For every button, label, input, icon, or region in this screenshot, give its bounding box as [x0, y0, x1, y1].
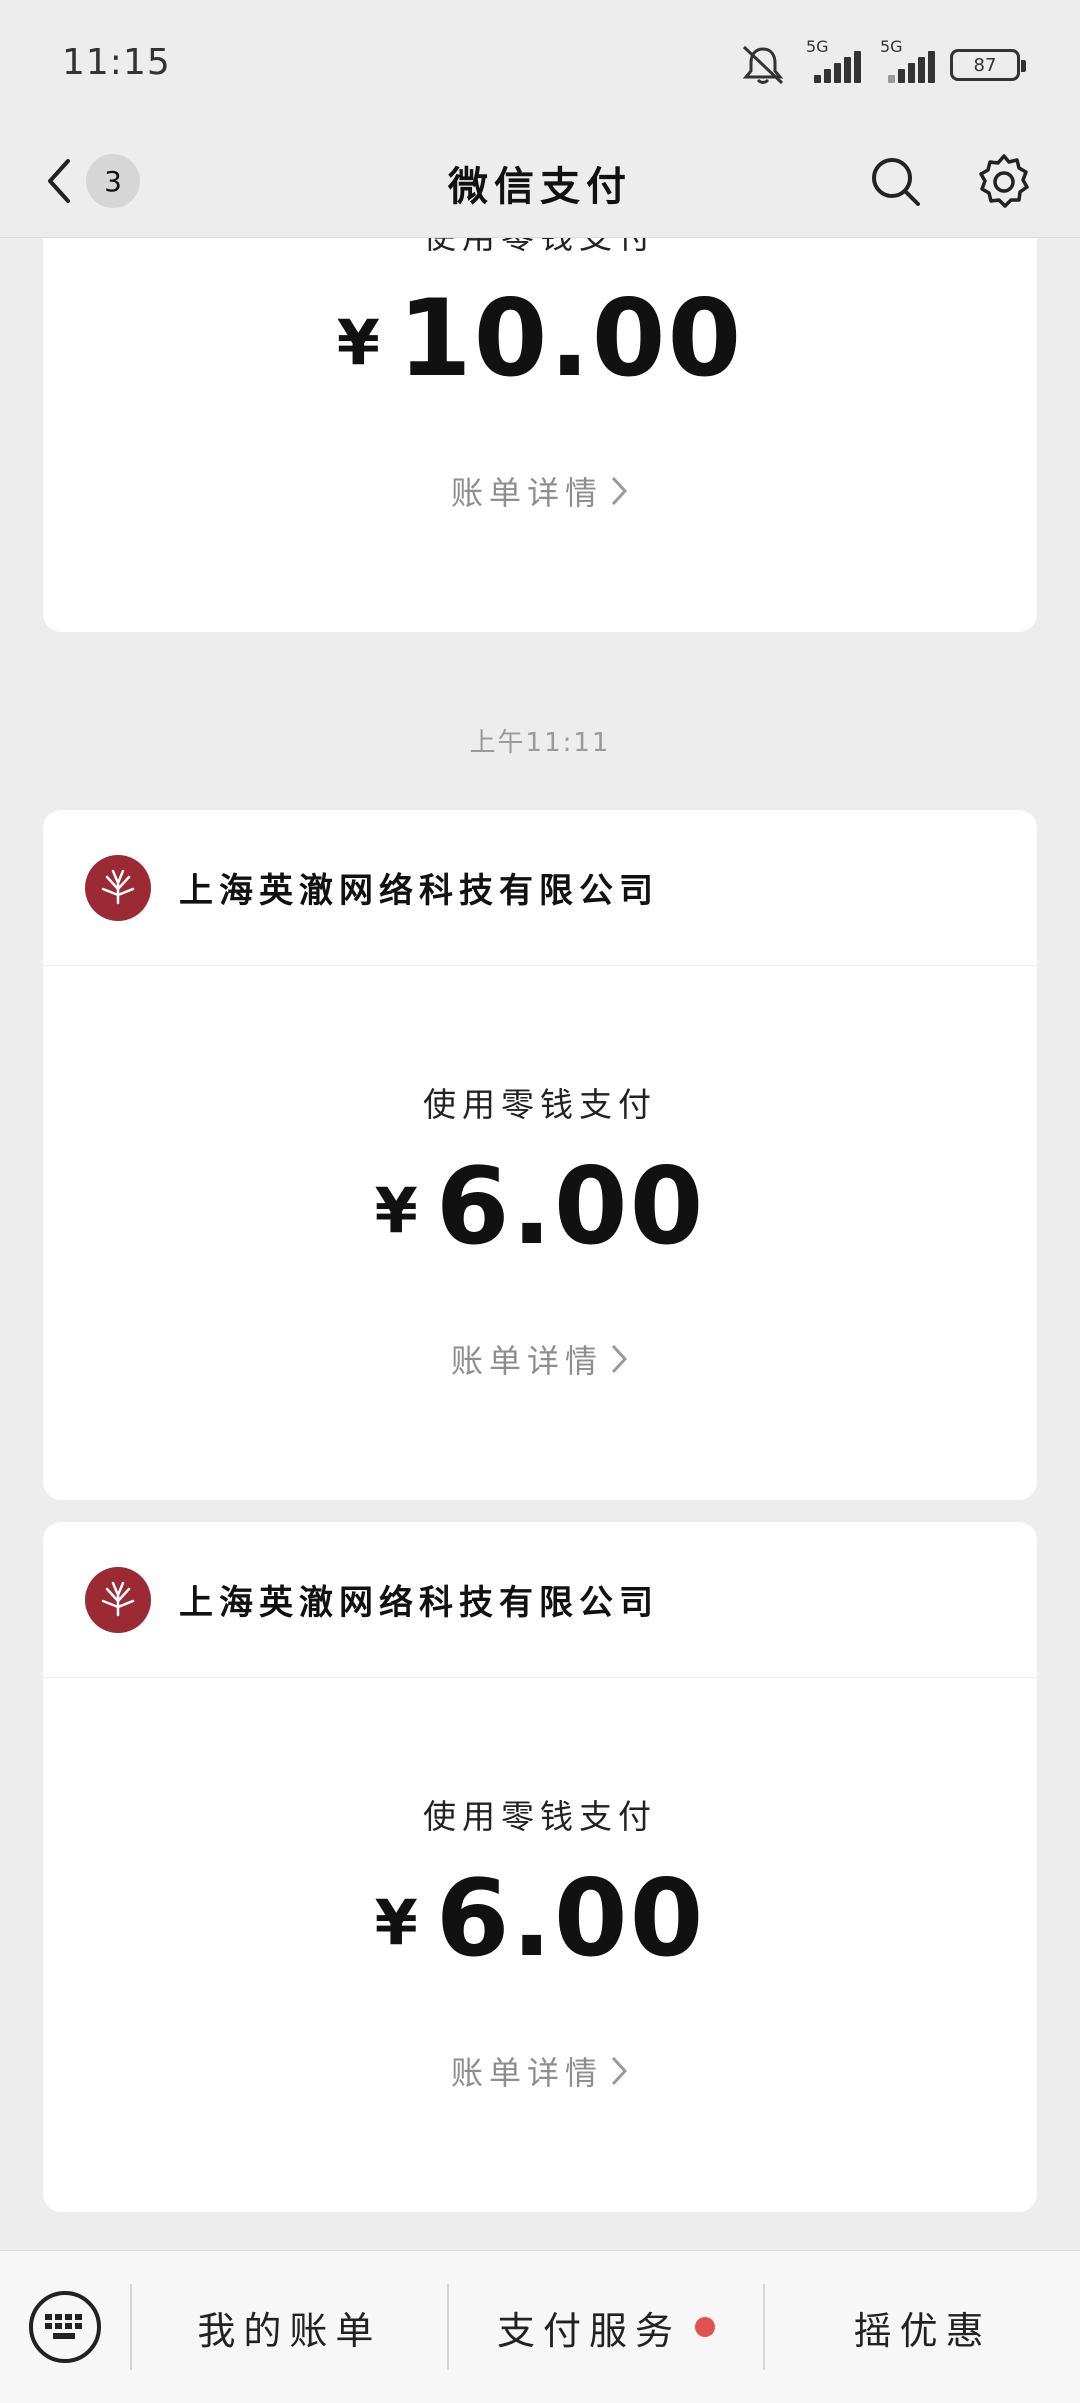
flower-icon [101, 1581, 135, 1616]
chevron-right-icon [611, 476, 628, 506]
bill-detail-label: 账单详情 [450, 474, 603, 512]
keyboard-icon [29, 2291, 101, 2363]
battery-level: 87 [973, 54, 997, 76]
status-time: 11:15 [62, 42, 171, 83]
bill-detail-link[interactable]: 账单详情 [43, 2048, 1037, 2094]
gear-icon [979, 154, 1029, 208]
currency-symbol: ¥ [336, 306, 380, 379]
network-label: 5G [880, 37, 903, 56]
amount-value: 10.00 [397, 277, 744, 400]
chevron-right-icon [611, 2056, 628, 2086]
bill-detail-link[interactable]: 账单详情 [43, 1336, 1037, 1382]
message-list[interactable]: 使用零钱支付 ¥ 10.00 账单详情 上午11:11 上海英澈网络科技有限公司 [0, 238, 1080, 2250]
menu-payment-services[interactable]: 支付服务 [449, 2251, 764, 2403]
payment-card[interactable]: 上海英澈网络科技有限公司 使用零钱支付 ¥ 6.00 账单详情 [43, 810, 1037, 1500]
unread-badge: 3 [86, 154, 140, 208]
payment-method: 使用零钱支付 [423, 1797, 657, 1836]
bill-detail-label: 账单详情 [450, 2054, 603, 2092]
bill-detail-label: 账单详情 [450, 1342, 603, 1380]
currency-symbol: ¥ [374, 1886, 418, 1959]
menu-label: 我的账单 [197, 2308, 382, 2353]
merchant-logo [85, 854, 151, 921]
signal-icon: 5G [802, 37, 862, 87]
notification-dot [695, 2317, 716, 2337]
menu-my-bills[interactable]: 我的账单 [132, 2251, 447, 2403]
battery-icon: 87 [950, 49, 1026, 81]
merchant-header: 上海英澈网络科技有限公司 [43, 1522, 1037, 1678]
nav-bar: 微信支付 3 [0, 128, 1080, 238]
bottom-menu: 我的账单 支付服务 摇优惠 [0, 2250, 1080, 2403]
payment-amount: ¥ 6.00 [43, 1154, 1037, 1260]
status-bar: 11:15 5G 5G 87 [0, 0, 1080, 128]
status-icons: 5G 5G 87 [738, 37, 1026, 90]
payment-amount: ¥ 10.00 [43, 286, 1037, 392]
network-label: 5G [806, 37, 829, 56]
payment-method: 使用零钱支付 [43, 238, 1037, 258]
menu-shake-offers[interactable]: 摇优惠 [765, 2251, 1080, 2403]
back-icon [48, 159, 70, 203]
merchant-name: 上海英澈网络科技有限公司 [179, 871, 659, 911]
payment-amount: ¥ 6.00 [43, 1866, 1037, 1972]
merchant-name: 上海英澈网络科技有限公司 [179, 1583, 659, 1623]
amount-value: 6.00 [435, 1145, 706, 1268]
menu-label: 支付服务 [497, 2308, 682, 2353]
timestamp: 上午11:11 [469, 728, 611, 758]
back-button[interactable]: 3 [40, 148, 150, 214]
signal-icon: 5G [876, 37, 936, 87]
menu-label: 摇优惠 [853, 2308, 992, 2353]
merchant-logo [85, 1566, 151, 1633]
currency-symbol: ¥ [374, 1174, 418, 1247]
payment-card[interactable]: 上海英澈网络科技有限公司 使用零钱支付 ¥ 6.00 账单详情 [43, 1522, 1037, 2212]
keyboard-button[interactable] [0, 2251, 130, 2403]
settings-button[interactable] [968, 146, 1040, 218]
flower-icon [101, 869, 135, 904]
search-icon [872, 158, 920, 206]
payment-method: 使用零钱支付 [423, 1085, 657, 1124]
bill-detail-link[interactable]: 账单详情 [43, 468, 1037, 514]
merchant-header: 上海英澈网络科技有限公司 [43, 810, 1037, 966]
search-button[interactable] [860, 146, 932, 218]
payment-card[interactable]: 使用零钱支付 ¥ 10.00 账单详情 [43, 238, 1037, 632]
mute-icon [742, 45, 784, 85]
amount-value: 6.00 [435, 1857, 706, 1980]
chevron-right-icon [611, 1344, 628, 1374]
